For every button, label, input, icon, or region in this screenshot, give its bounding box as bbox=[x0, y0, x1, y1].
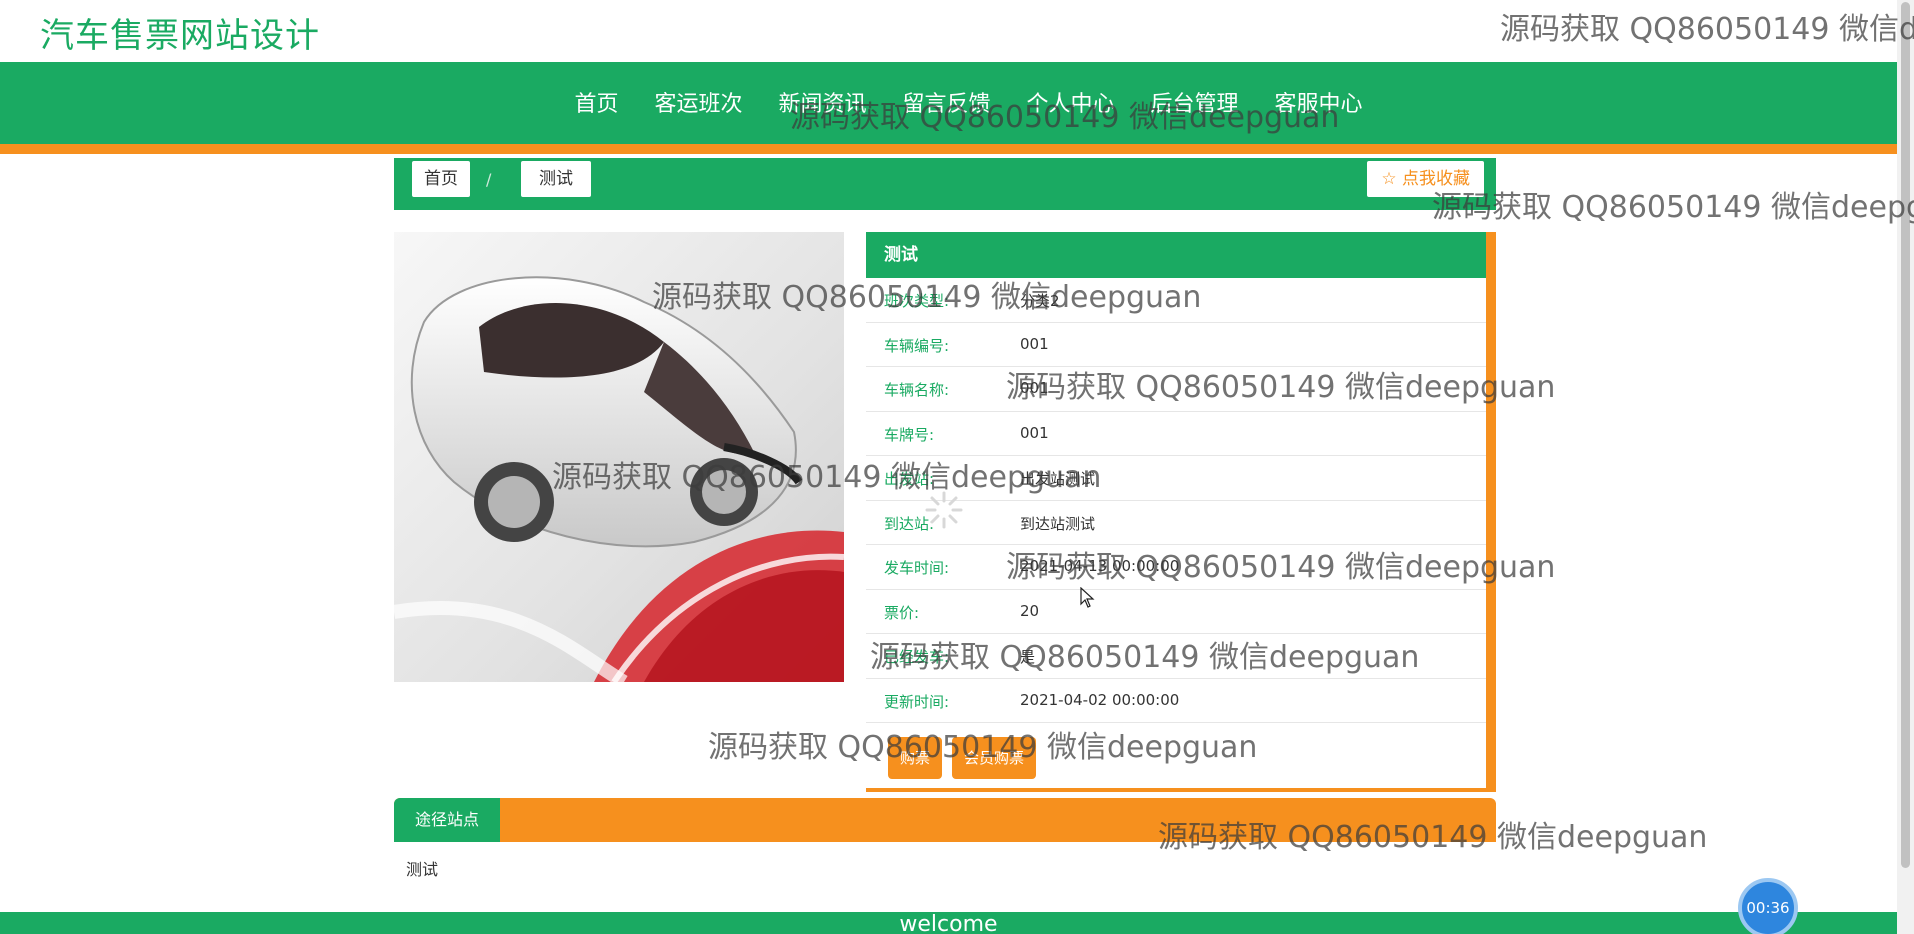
nav-item-admin[interactable]: 后台管理 bbox=[1133, 86, 1257, 118]
detail-value: 001 bbox=[1020, 379, 1049, 397]
detail-label: 车辆编号: bbox=[884, 336, 950, 355]
action-buttons: 购票 会员购票 bbox=[888, 737, 1037, 779]
detail-value: 出发站测试 bbox=[1020, 470, 1096, 488]
buy-ticket-button[interactable]: 购票 bbox=[888, 737, 943, 779]
detail-label: 已经发车: bbox=[884, 648, 950, 666]
mouse-cursor-icon bbox=[1080, 587, 1095, 608]
detail-row: 车辆名称: 001 bbox=[866, 367, 1486, 412]
detail-label: 出发站: bbox=[884, 470, 935, 488]
detail-row: 更新时间: 2021-04-02 00:00:00 bbox=[866, 679, 1486, 723]
footer: welcome bbox=[0, 912, 1897, 934]
breadcrumb: 首页 / 测试 ☆ 点我收藏 bbox=[394, 158, 1496, 210]
detail-label: 班次类型: bbox=[884, 292, 950, 310]
tab-route-stations[interactable]: 途径站点 bbox=[394, 798, 500, 842]
detail-title: 测试 bbox=[866, 232, 1486, 278]
detail-row: 班次类型: 分类2 bbox=[866, 278, 1486, 323]
route-header: 途径站点 bbox=[394, 798, 1496, 842]
detail-label: 发车时间: bbox=[884, 559, 950, 577]
nav-item-home[interactable]: 首页 bbox=[556, 86, 636, 118]
detail-label: 车辆名称: bbox=[884, 381, 950, 399]
loading-spinner-icon bbox=[925, 491, 963, 529]
detail-label: 票价: bbox=[884, 603, 920, 622]
detail-value: 到达站测试 bbox=[1020, 514, 1096, 533]
nav-item-support[interactable]: 客服中心 bbox=[1257, 86, 1381, 118]
breadcrumb-separator: / bbox=[486, 170, 492, 189]
detail-value: 20 bbox=[1020, 601, 1040, 620]
detail-value: 是 bbox=[1020, 648, 1036, 666]
breadcrumb-home[interactable]: 首页 bbox=[412, 161, 470, 197]
nav-item-news[interactable]: 新闻资讯 bbox=[760, 86, 884, 118]
nav-item-profile[interactable]: 个人中心 bbox=[1009, 86, 1133, 118]
main-navbar: 首页 客运班次 新闻资讯 留言反馈 个人中心 后台管理 客服中心 bbox=[0, 62, 1897, 154]
site-title: 汽车售票网站设计 bbox=[40, 16, 320, 56]
member-buy-button[interactable]: 会员购票 bbox=[952, 737, 1037, 779]
car-image bbox=[394, 232, 844, 682]
detail-value: 2021-04-13 00:00:00 bbox=[1020, 557, 1180, 575]
scrollbar[interactable] bbox=[1897, 0, 1914, 934]
watermark: 源码获取 QQ86050149 微信deepguan bbox=[1432, 190, 1914, 225]
detail-row: 车牌号: 001 bbox=[866, 412, 1486, 456]
detail-label: 更新时间: bbox=[884, 692, 950, 711]
detail-value: 001 bbox=[1020, 334, 1049, 353]
breadcrumb-current: 测试 bbox=[521, 161, 591, 197]
scrollbar-thumb[interactable] bbox=[1901, 2, 1910, 868]
detail-value: 001 bbox=[1020, 423, 1049, 442]
detail-label: 车牌号: bbox=[884, 425, 935, 444]
nav-item-schedules[interactable]: 客运班次 bbox=[636, 86, 760, 118]
footer-text: welcome bbox=[899, 912, 998, 934]
route-content: 测试 bbox=[406, 860, 439, 879]
detail-value: 2021-04-02 00:00:00 bbox=[1020, 690, 1180, 709]
nav-item-feedback[interactable]: 留言反馈 bbox=[884, 86, 1008, 118]
detail-row: 车辆编号: 001 bbox=[866, 323, 1486, 367]
favorite-button[interactable]: ☆ 点我收藏 bbox=[1367, 161, 1484, 197]
detail-row: 发车时间: 2021-04-13 00:00:00 bbox=[866, 545, 1486, 590]
detail-row: 票价: 20 bbox=[866, 590, 1486, 634]
recording-timer: 00:36 bbox=[1738, 878, 1798, 934]
detail-value: 分类2 bbox=[1020, 292, 1060, 310]
watermark: 源码获取 QQ86050149 微信deepguan bbox=[1500, 12, 1914, 47]
detail-row: 已经发车: 是 bbox=[866, 634, 1486, 679]
nav-items: 首页 客运班次 新闻资讯 留言反馈 个人中心 后台管理 客服中心 bbox=[0, 86, 1897, 118]
